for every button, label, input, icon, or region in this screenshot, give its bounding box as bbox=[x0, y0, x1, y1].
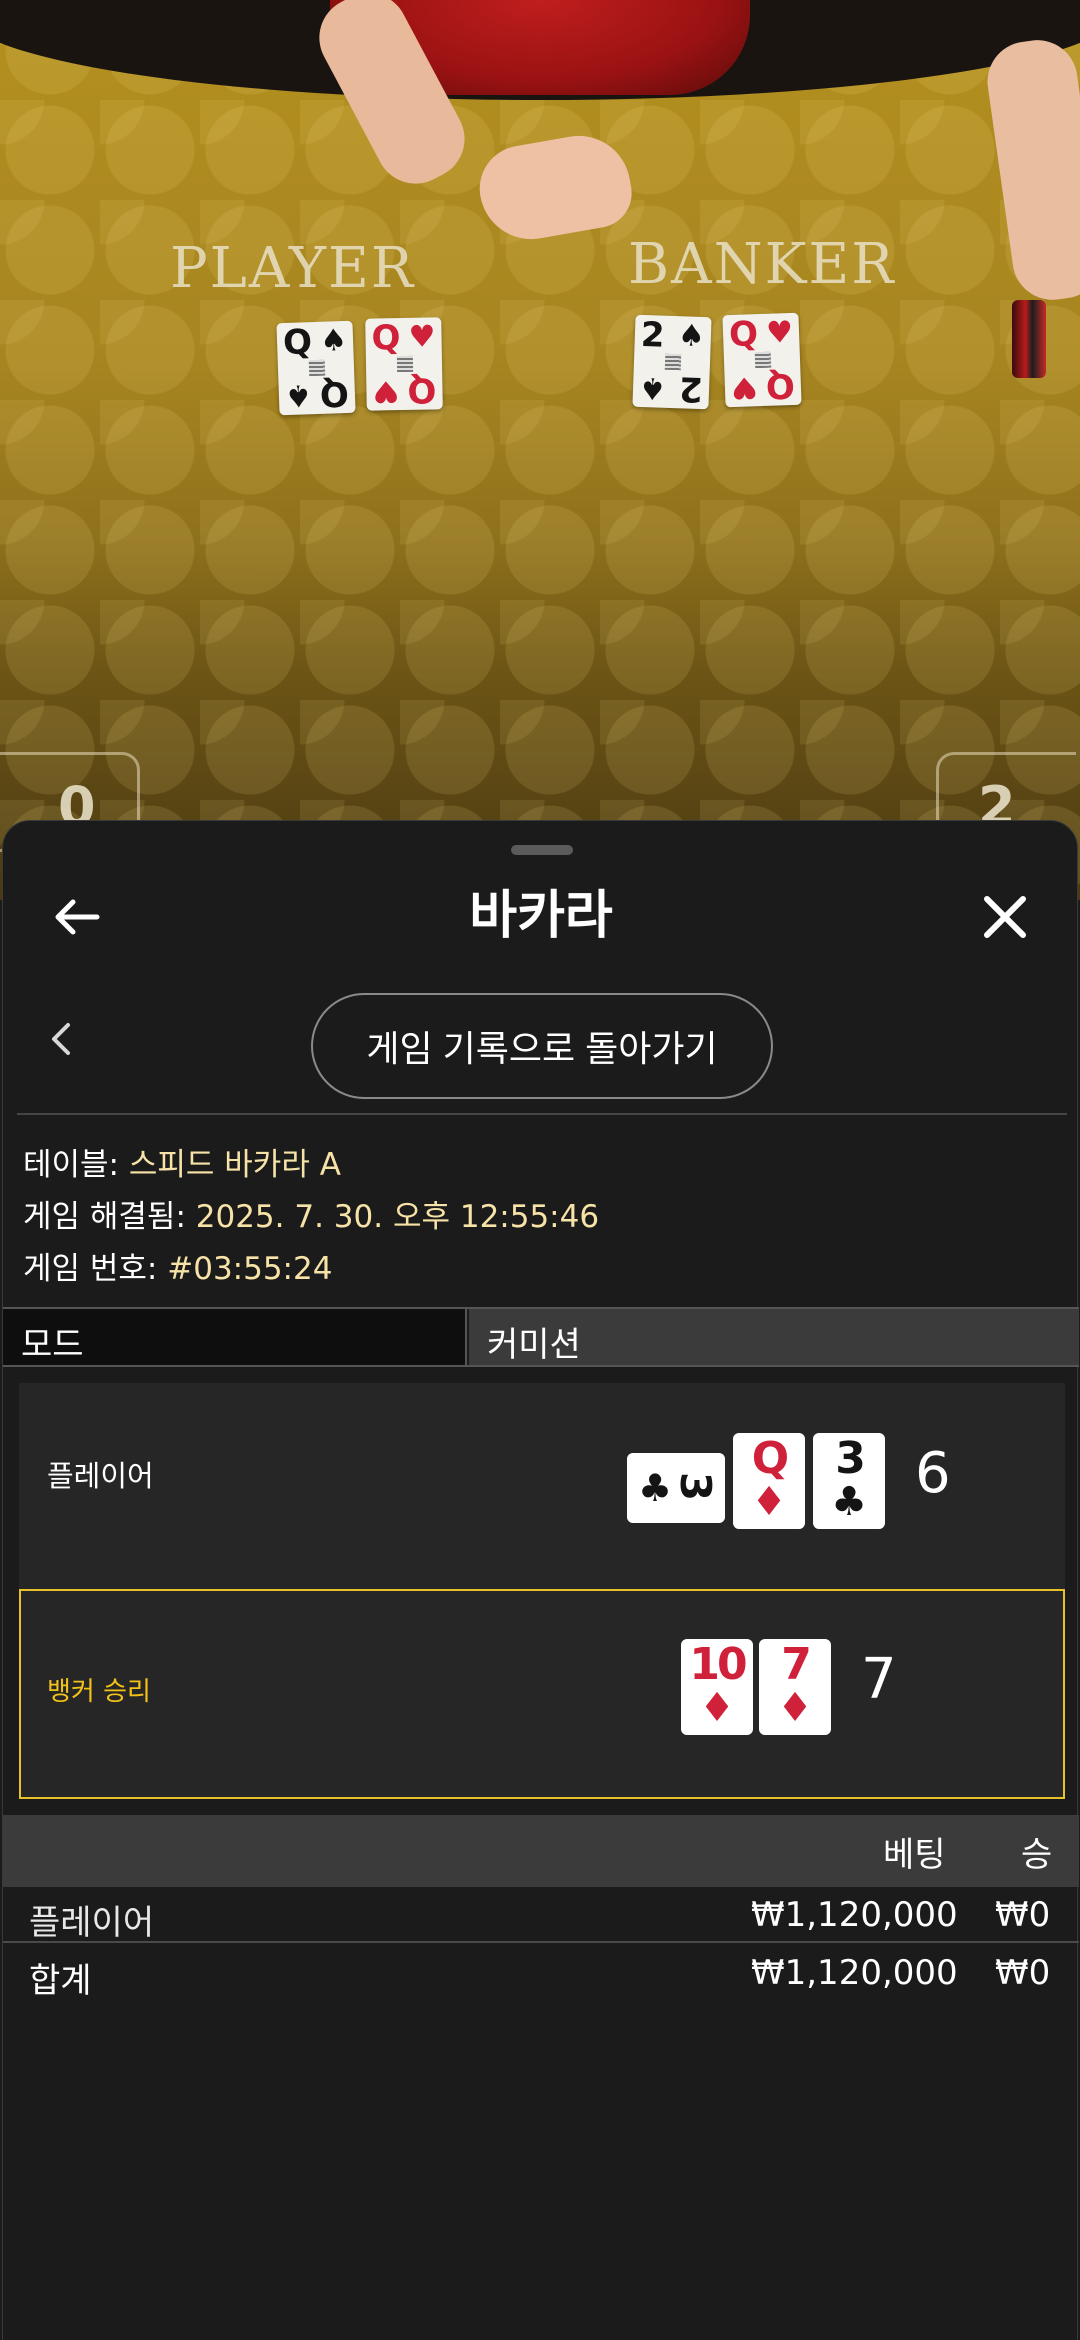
app-root: PLAYER BANKER Q ♠ Q ♠ Q ♥ Q ♥ 2 ♠ 2 ♠ Q ♥ Q ♥ 0 … bbox=[0, 0, 1080, 2340]
win-amount: ₩0 bbox=[995, 1895, 1051, 1935]
card-player-3: 3 ♣ bbox=[813, 1433, 885, 1529]
felt-card: 2 ♠ 2 ♠ bbox=[632, 314, 712, 410]
banker-score: 7 bbox=[861, 1647, 897, 1712]
felt-card: Q ♥ Q ♥ bbox=[365, 317, 443, 411]
mode-row: 모드 커미션 bbox=[3, 1307, 1079, 1367]
banker-win-label: 뱅커 승리 bbox=[47, 1677, 151, 1707]
player-row-label: 플레이어 bbox=[47, 1459, 154, 1493]
mode-cell: 모드 bbox=[3, 1309, 467, 1365]
felt-card: Q ♥ Q ♥ bbox=[722, 312, 802, 408]
felt-player-label: PLAYER bbox=[170, 236, 416, 301]
live-video: PLAYER BANKER Q ♠ Q ♠ Q ♥ Q ♥ 2 ♠ 2 ♠ Q ♥ Q ♥ 0 … bbox=[0, 0, 1080, 900]
chip-stack bbox=[1012, 300, 1046, 378]
table-row: 플레이어 ₩1,120,000 ₩0 bbox=[3, 1889, 1079, 1945]
close-icon bbox=[984, 896, 1026, 938]
page-title: 바카라 bbox=[469, 886, 613, 946]
table-info: 테이블: 스피드 바카라 A bbox=[23, 1139, 341, 1184]
card-player-1: ♣ 3 bbox=[627, 1453, 725, 1523]
drag-handle[interactable] bbox=[511, 845, 573, 855]
card-banker-1: 10 ♦ bbox=[681, 1639, 753, 1735]
felt-pattern bbox=[0, 0, 1080, 900]
felt-card: Q ♠ Q ♠ bbox=[276, 320, 356, 416]
felt-banker-label: BANKER bbox=[628, 232, 896, 297]
column-bet: 베팅 bbox=[883, 1835, 946, 1875]
table-divider bbox=[3, 1941, 1079, 1943]
chevron-left-icon bbox=[52, 1023, 70, 1055]
bet-name: 플레이어 bbox=[29, 1903, 155, 1943]
divider bbox=[17, 1113, 1067, 1115]
commission-cell: 커미션 bbox=[469, 1309, 1079, 1365]
total-win: ₩0 bbox=[995, 1953, 1051, 1993]
game-number-label: 게임 번호: bbox=[23, 1251, 158, 1287]
card-player-2: Q ♦ bbox=[733, 1433, 805, 1529]
total-row: 합계 ₩1,120,000 ₩0 bbox=[3, 1947, 1079, 2003]
bet-amount: ₩1,120,000 bbox=[751, 1895, 958, 1935]
chevron-back-button[interactable] bbox=[33, 1011, 89, 1067]
table-label: 테이블: bbox=[23, 1147, 120, 1183]
column-win: 승 bbox=[1021, 1835, 1053, 1875]
resolved-value: 2025. 7. 30. 오후 12:55:46 bbox=[195, 1199, 600, 1235]
back-to-history-button[interactable]: 게임 기록으로 돌아가기 bbox=[311, 993, 773, 1099]
total-bet: ₩1,120,000 bbox=[751, 1953, 958, 1993]
table-value: 스피드 바카라 A bbox=[128, 1147, 341, 1183]
banker-win-row bbox=[19, 1589, 1065, 1799]
game-number-info: 게임 번호: #03:55:24 bbox=[23, 1243, 332, 1288]
game-number-value: #03:55:24 bbox=[167, 1251, 333, 1287]
bets-table-header: 베팅 승 bbox=[3, 1815, 1079, 1887]
card-banker-2: 7 ♦ bbox=[759, 1639, 831, 1735]
history-sheet: 바카라 게임 기록으로 돌아가기 테이블: 스피드 바카라 A 게임 해결됨: … bbox=[2, 820, 1079, 2340]
close-button[interactable] bbox=[967, 879, 1043, 955]
commission-label: 커미션 bbox=[487, 1325, 581, 1365]
resolved-info: 게임 해결됨: 2025. 7. 30. 오후 12:55:46 bbox=[23, 1191, 599, 1236]
player-score: 6 bbox=[915, 1441, 951, 1506]
mode-label: 모드 bbox=[21, 1325, 84, 1365]
resolved-label: 게임 해결됨: bbox=[23, 1199, 186, 1235]
total-label: 합계 bbox=[29, 1961, 92, 2001]
